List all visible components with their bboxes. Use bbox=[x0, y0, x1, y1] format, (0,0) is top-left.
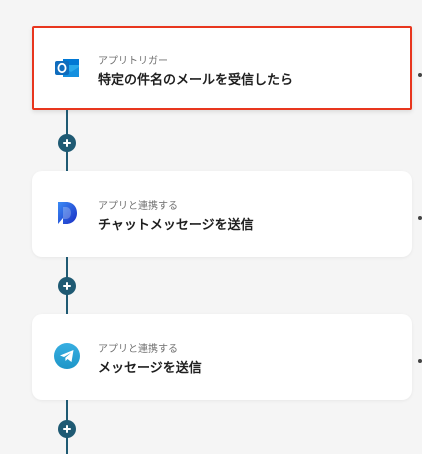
step-menu-dot[interactable] bbox=[418, 73, 422, 77]
step-type-label: アプリと連携する bbox=[98, 344, 178, 355]
step-title: チャットメッセージを送信 bbox=[98, 218, 254, 233]
step-menu-dot[interactable] bbox=[418, 216, 422, 220]
outlook-icon bbox=[52, 53, 82, 83]
flow-canvas: アプリトリガー 特定の件名のメールを受信したら アプリと連携する チャットメッセ… bbox=[0, 0, 422, 454]
flow-step-action[interactable]: アプリと連携する メッセージを送信 bbox=[32, 314, 412, 400]
add-step-button[interactable] bbox=[58, 134, 76, 152]
step-menu-dot[interactable] bbox=[418, 359, 422, 363]
add-step-button[interactable] bbox=[58, 420, 76, 438]
telegram-icon bbox=[52, 341, 82, 371]
step-title: メッセージを送信 bbox=[98, 361, 202, 376]
flow-step-trigger[interactable]: アプリトリガー 特定の件名のメールを受信したら bbox=[32, 26, 412, 110]
step-type-label: アプリと連携する bbox=[98, 201, 178, 212]
flow-step-action[interactable]: アプリと連携する チャットメッセージを送信 bbox=[32, 171, 412, 257]
step-type-label: アプリトリガー bbox=[98, 56, 168, 67]
add-step-button[interactable] bbox=[58, 277, 76, 295]
step-title: 特定の件名のメールを受信したら bbox=[98, 73, 294, 88]
chat-app-icon bbox=[52, 198, 82, 228]
